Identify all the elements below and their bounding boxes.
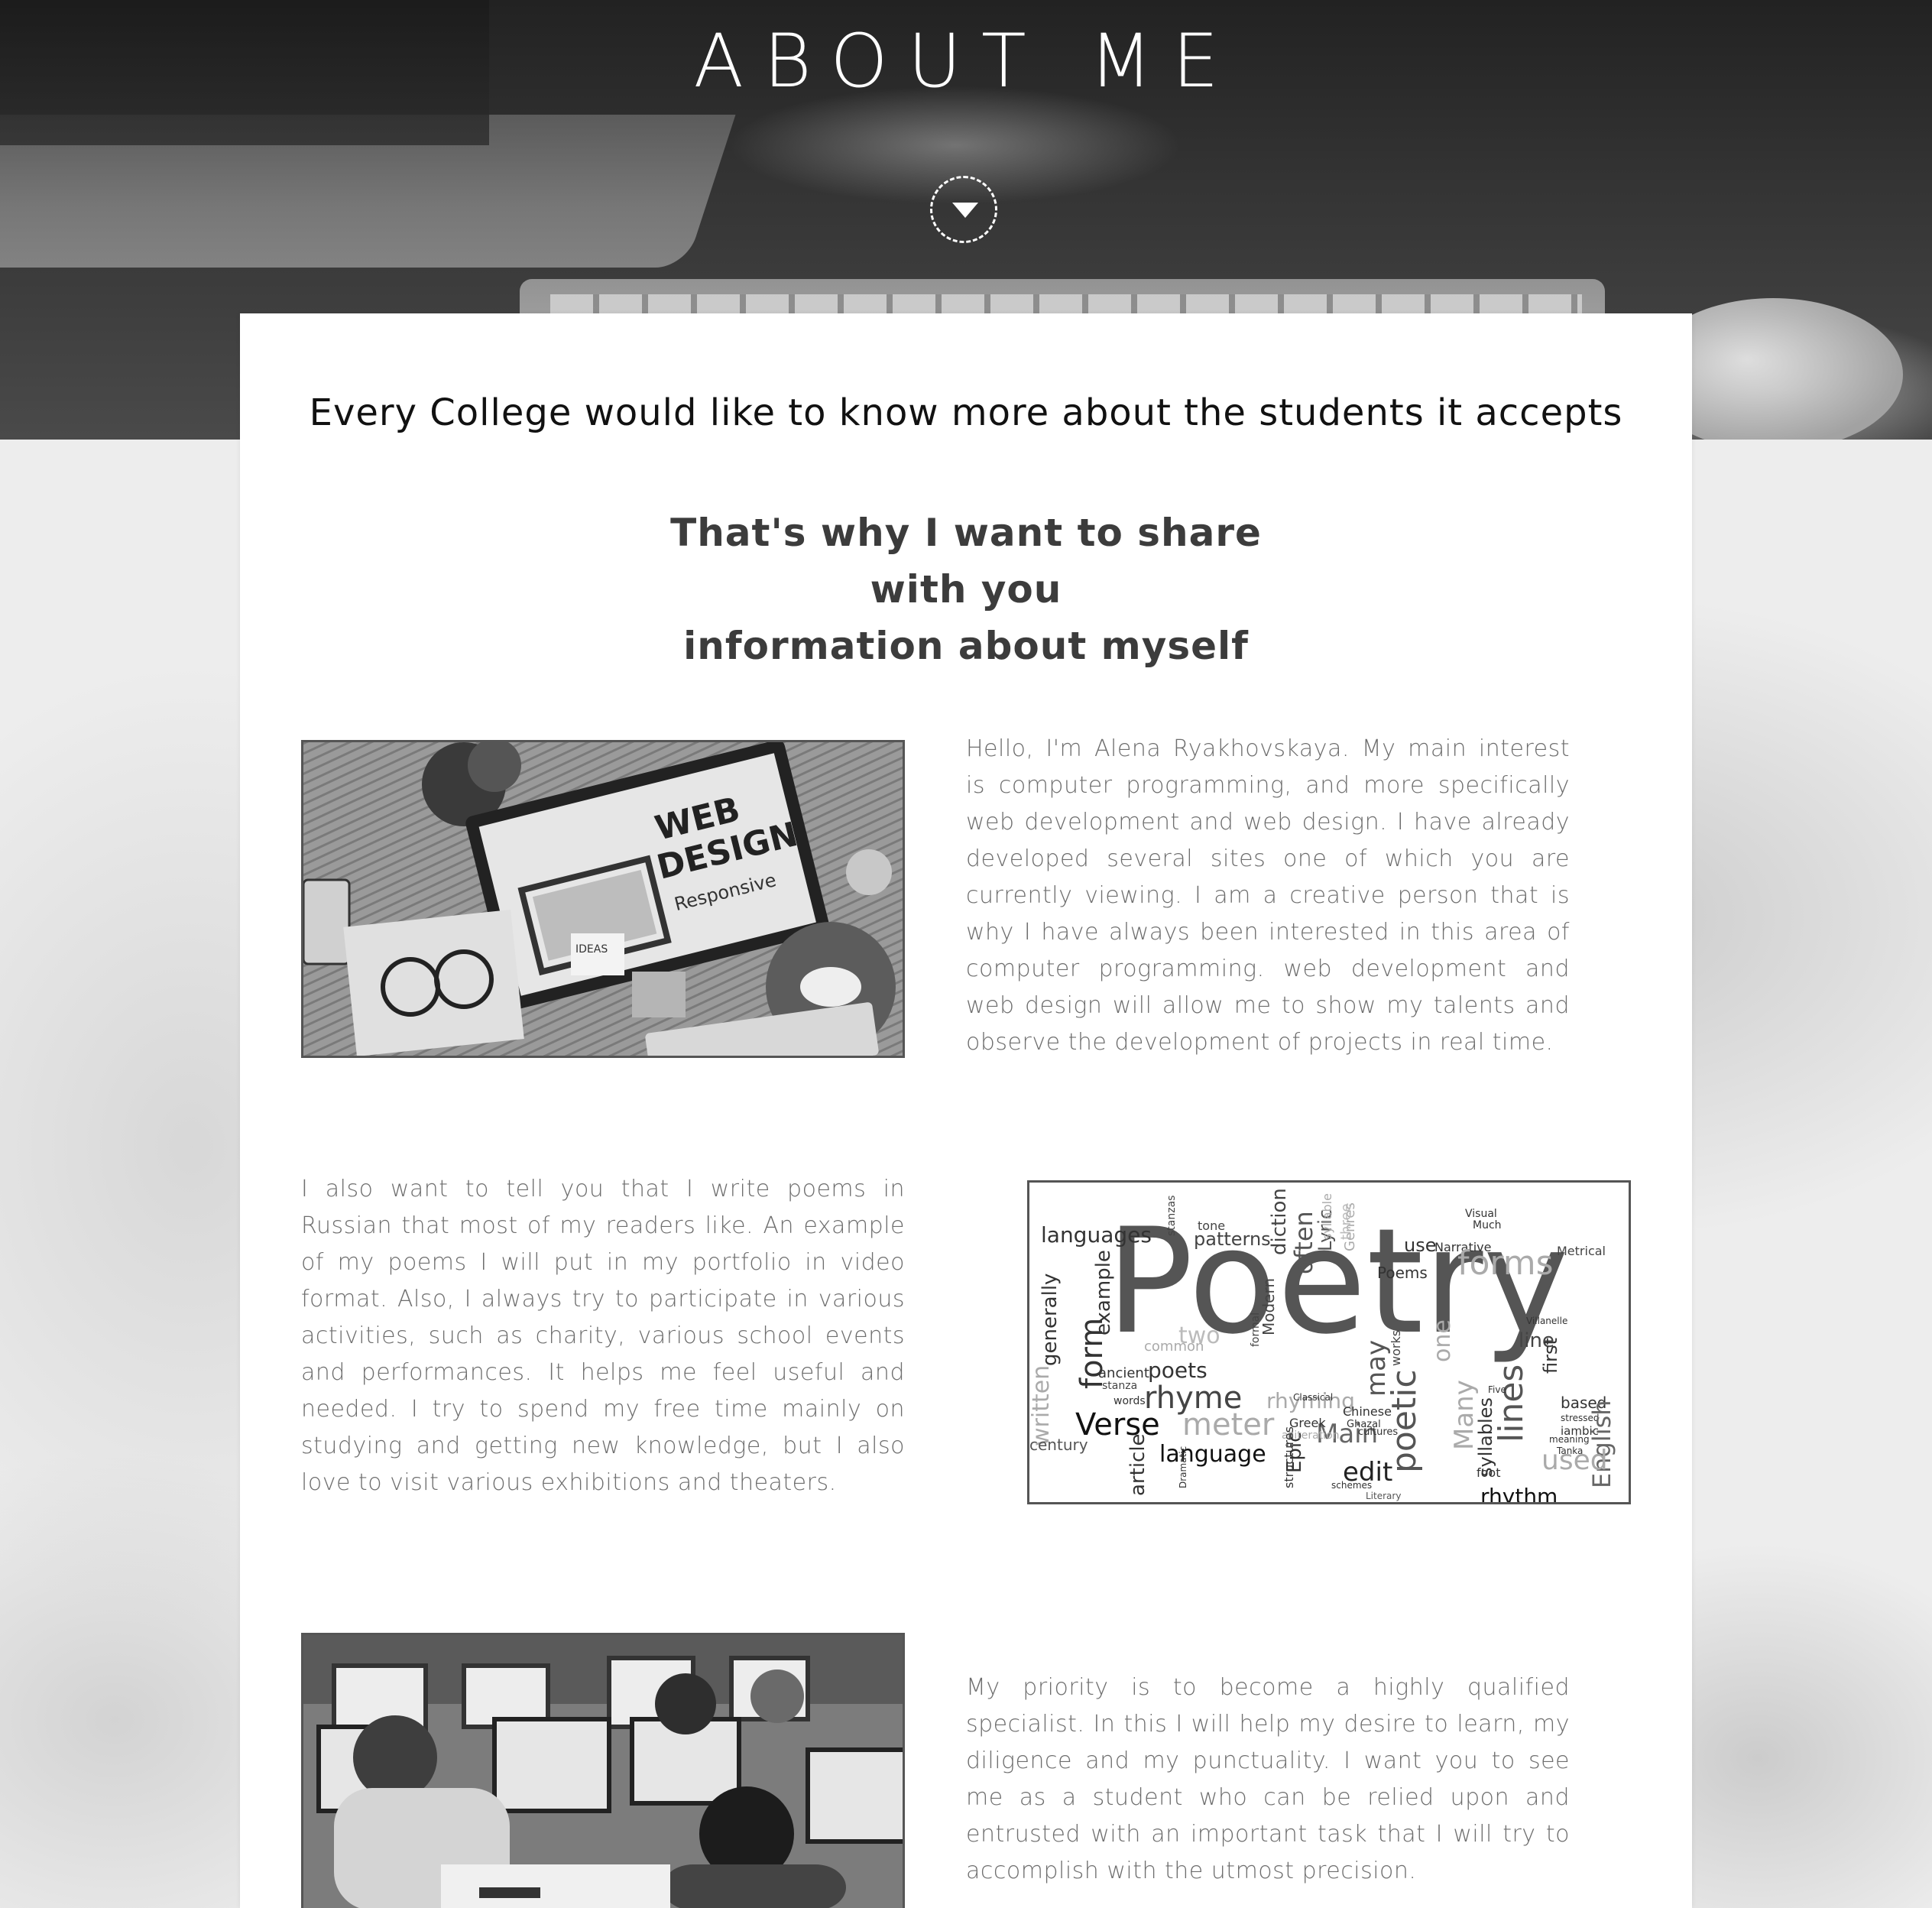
about-paragraph-2: I also want to tell you that I write poe… <box>301 1176 905 1496</box>
word-cloud-word: structures <box>1282 1426 1296 1488</box>
word-cloud-word: languages <box>1041 1222 1152 1248</box>
word-cloud-word: Dramatic <box>1178 1446 1188 1488</box>
scroll-down-button[interactable] <box>930 176 997 243</box>
word-cloud-word: patterns <box>1194 1228 1271 1250</box>
word-cloud-word: works <box>1389 1330 1403 1366</box>
word-cloud-word: stanzas <box>1165 1196 1178 1236</box>
word-cloud-word: cultures <box>1358 1426 1398 1438</box>
word-cloud-word: Villanelle <box>1526 1316 1567 1326</box>
word-cloud-word: foot <box>1477 1465 1500 1480</box>
word-cloud-word: Classical <box>1293 1392 1333 1403</box>
word-cloud-word: one <box>1429 1319 1456 1362</box>
word-cloud-word: century <box>1029 1436 1088 1454</box>
word-cloud-word: syllable <box>1320 1193 1334 1240</box>
web-design-image: WEB DESIGN Responsive IDEAS <box>301 740 905 1058</box>
word-cloud-word: formal <box>1250 1313 1262 1347</box>
word-cloud-word: rhythm <box>1480 1484 1558 1502</box>
word-cloud-word: meaning <box>1549 1434 1590 1445</box>
word-cloud-word: poets <box>1148 1358 1208 1383</box>
word-cloud-word: language <box>1159 1441 1266 1468</box>
page-title: ABOUT ME <box>693 18 1239 104</box>
about-paragraph-3: My priority is to become a highly qualif… <box>966 1674 1570 1884</box>
word-cloud-word: Metrical <box>1557 1244 1606 1258</box>
word-cloud-word: example <box>1092 1250 1115 1335</box>
word-cloud-word: Much <box>1473 1219 1502 1231</box>
word-cloud-word: article <box>1126 1433 1149 1496</box>
word-cloud-word: Five <box>1488 1384 1506 1395</box>
word-cloud-word: common <box>1144 1339 1204 1355</box>
subheading-line: information about myself <box>683 624 1249 668</box>
ideas-note-text: IDEAS <box>575 943 608 956</box>
word-cloud-word: Literary <box>1366 1491 1401 1501</box>
word-cloud-word: schemes <box>1331 1480 1372 1491</box>
word-cloud-word: words <box>1113 1395 1146 1407</box>
word-cloud-word: three <box>1338 1203 1354 1240</box>
subheading-line: with you <box>870 567 1062 612</box>
word-cloud-word: lines <box>1492 1364 1531 1442</box>
word-cloud-word: generally <box>1039 1274 1062 1366</box>
word-cloud-word: meter <box>1182 1407 1275 1442</box>
computer-class-image <box>301 1633 905 1908</box>
word-cloud-word: written <box>1029 1365 1055 1446</box>
intro-headline: Every College would like to know more ab… <box>309 391 1623 434</box>
subheading-line: That's why I want to share <box>670 511 1262 555</box>
about-card: Every College would like to know more ab… <box>240 313 1692 1908</box>
chevron-down-icon <box>952 203 978 218</box>
poetry-word-cloud-image: Poetry languages tone patterns diction often… <box>1027 1180 1631 1504</box>
word-cloud-word: use <box>1404 1235 1436 1256</box>
word-cloud-word: may <box>1361 1340 1392 1397</box>
word-cloud-word: Visual <box>1465 1208 1497 1220</box>
about-paragraph-1: Hello, I'm Alena Ryakhovskaya. My main i… <box>966 735 1570 1056</box>
word-cloud-word: Tanka <box>1556 1446 1583 1456</box>
intro-subheading: That's why I want to share with you info… <box>240 505 1692 674</box>
word-cloud-word: Poems <box>1377 1264 1428 1282</box>
word-cloud-word: first <box>1540 1338 1561 1374</box>
word-cloud-word: forms <box>1457 1244 1554 1283</box>
word-cloud-word: diction <box>1268 1188 1291 1255</box>
word-cloud-word: Modern <box>1259 1278 1278 1335</box>
